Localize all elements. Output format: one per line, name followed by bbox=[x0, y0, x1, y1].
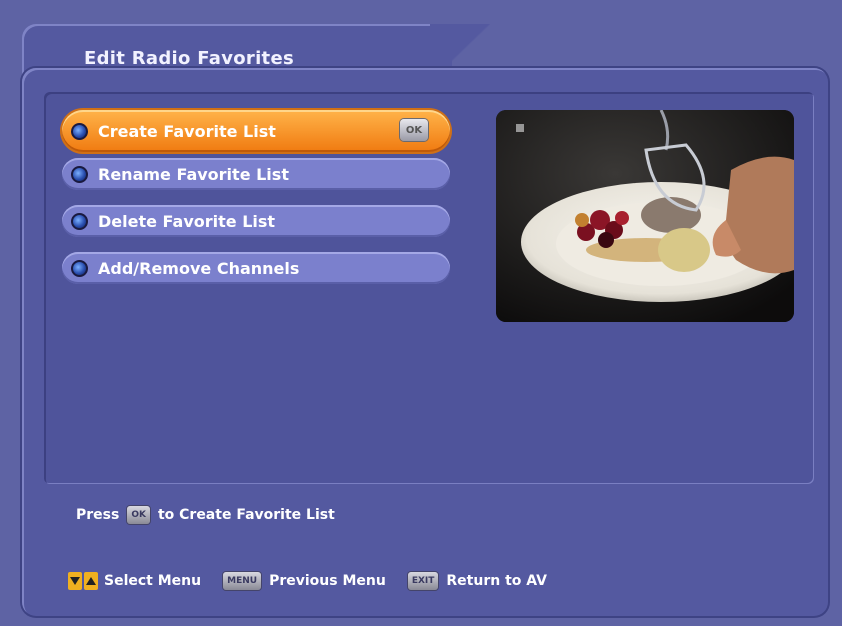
hint-bar: Press OK to Create Favorite List bbox=[76, 506, 335, 524]
radio-bullet-icon bbox=[71, 212, 88, 230]
hint-action-label: to Create Favorite List bbox=[157, 507, 335, 523]
footer-previous-menu-label: Previous Menu bbox=[269, 573, 386, 589]
menu-item-label: Create Favorite List bbox=[98, 121, 276, 141]
ok-key-icon: OK bbox=[127, 506, 150, 524]
footer-select-label: Select Menu bbox=[104, 573, 202, 589]
arrow-down-icon bbox=[68, 572, 82, 590]
footer-return-label: Return to AV bbox=[446, 573, 547, 589]
menu-item-rename-favorite-list[interactable]: Rename Favorite List bbox=[62, 158, 450, 190]
menu-item-label: Delete Favorite List bbox=[98, 211, 276, 231]
radio-bullet-icon bbox=[71, 165, 88, 183]
hint-press-label: Press bbox=[76, 507, 120, 523]
favorites-menu: Create Favorite List OK Rename Favorite … bbox=[62, 110, 450, 299]
menu-item-label: Add/Remove Channels bbox=[98, 258, 300, 278]
menu-key-icon: MENU bbox=[223, 572, 262, 590]
ok-badge: OK bbox=[400, 119, 428, 141]
arrow-up-icon bbox=[84, 572, 98, 590]
radio-bullet-icon bbox=[71, 259, 88, 277]
menu-item-create-favorite-list[interactable]: Create Favorite List OK bbox=[62, 110, 450, 152]
menu-item-add-remove-channels[interactable]: Add/Remove Channels bbox=[62, 252, 450, 284]
menu-item-delete-favorite-list[interactable]: Delete Favorite List bbox=[62, 205, 450, 237]
exit-key-icon: EXIT bbox=[407, 572, 439, 590]
page-title: Edit Radio Favorites bbox=[84, 48, 294, 69]
radio-bullet-icon bbox=[71, 122, 88, 140]
video-preview-image bbox=[496, 110, 794, 322]
menu-item-label: Rename Favorite List bbox=[98, 164, 289, 184]
video-preview bbox=[496, 110, 794, 322]
footer-bar: Select Menu MENU Previous Menu EXIT Retu… bbox=[68, 572, 547, 590]
